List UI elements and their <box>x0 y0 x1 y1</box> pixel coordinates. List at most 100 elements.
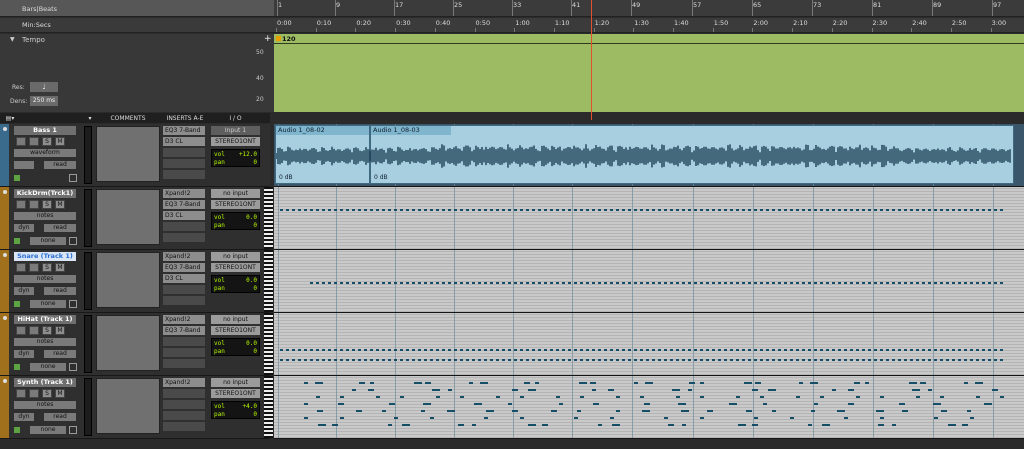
midi-note[interactable] <box>562 209 565 211</box>
midi-note[interactable] <box>748 209 751 211</box>
midi-note[interactable] <box>902 410 908 412</box>
midi-note[interactable] <box>592 359 595 361</box>
midi-note[interactable] <box>388 209 391 211</box>
midi-note[interactable] <box>580 359 583 361</box>
midi-note[interactable] <box>838 349 841 351</box>
midi-note[interactable] <box>933 403 941 405</box>
insert-slot[interactable]: EQ3 7-Band <box>163 200 205 209</box>
midi-note[interactable] <box>478 282 481 284</box>
midi-note[interactable] <box>928 389 932 391</box>
midi-note[interactable] <box>642 410 650 412</box>
midi-note[interactable] <box>622 349 625 351</box>
midi-note[interactable] <box>982 359 985 361</box>
midi-note[interactable] <box>352 389 356 391</box>
midi-note[interactable] <box>964 349 967 351</box>
midi-note[interactable] <box>808 424 812 426</box>
midi-note[interactable] <box>658 359 661 361</box>
midi-note[interactable] <box>844 349 847 351</box>
midi-note[interactable] <box>658 209 661 211</box>
midi-note[interactable] <box>472 282 475 284</box>
midi-note[interactable] <box>478 209 481 211</box>
midi-note[interactable] <box>742 359 745 361</box>
midi-note[interactable] <box>934 359 937 361</box>
midi-note[interactable] <box>976 396 980 398</box>
midi-note[interactable] <box>590 382 596 384</box>
midi-note[interactable] <box>862 359 865 361</box>
midi-note[interactable] <box>484 417 488 419</box>
midi-note[interactable] <box>880 417 884 419</box>
midi-note[interactable] <box>394 282 397 284</box>
midi-note[interactable] <box>610 282 613 284</box>
record-arm-button[interactable] <box>16 200 26 209</box>
midi-note[interactable] <box>466 349 469 351</box>
midi-note[interactable] <box>418 349 421 351</box>
midi-note[interactable] <box>904 282 907 284</box>
midi-note[interactable] <box>292 359 295 361</box>
midi-note[interactable] <box>286 349 289 351</box>
midi-note[interactable] <box>484 282 487 284</box>
midi-note[interactable] <box>448 349 451 351</box>
midi-note[interactable] <box>430 417 434 419</box>
midi-note[interactable] <box>899 403 905 405</box>
midi-note[interactable] <box>535 382 539 384</box>
midi-note[interactable] <box>382 349 385 351</box>
midi-note[interactable] <box>729 403 737 405</box>
comments-box[interactable] <box>96 189 160 245</box>
volume-pan-display[interactable]: vol 0.0 pan 0 <box>211 275 260 293</box>
midi-note[interactable] <box>644 403 650 405</box>
midi-note[interactable] <box>532 209 535 211</box>
track-view-select[interactable]: notes <box>14 275 76 283</box>
track-name[interactable]: Synth (Track 1) <box>14 378 76 387</box>
midi-note[interactable] <box>664 417 668 419</box>
midi-note[interactable] <box>382 282 385 284</box>
record-arm-button[interactable] <box>16 326 26 335</box>
midi-note[interactable] <box>604 209 607 211</box>
midi-note[interactable] <box>382 359 385 361</box>
midi-note[interactable] <box>718 209 721 211</box>
midi-note[interactable] <box>382 410 386 412</box>
midi-note[interactable] <box>748 359 751 361</box>
midi-note[interactable] <box>598 359 601 361</box>
midi-note[interactable] <box>886 349 889 351</box>
midi-note[interactable] <box>820 359 823 361</box>
midi-note[interactable] <box>694 209 697 211</box>
midi-note[interactable] <box>832 359 835 361</box>
group-select[interactable]: none <box>30 426 66 434</box>
midi-note[interactable] <box>376 349 379 351</box>
empty-insert-slot[interactable] <box>163 222 205 231</box>
midi-note[interactable] <box>502 282 505 284</box>
midi-note[interactable] <box>707 410 713 412</box>
track-view-select[interactable]: notes <box>14 212 76 220</box>
midi-note[interactable] <box>928 349 931 351</box>
midi-note[interactable] <box>317 410 323 412</box>
midi-note[interactable] <box>580 349 583 351</box>
midi-note[interactable] <box>370 349 373 351</box>
midi-note[interactable] <box>768 389 776 391</box>
midi-note[interactable] <box>628 282 631 284</box>
comments-box[interactable] <box>96 252 160 308</box>
empty-insert-slot[interactable] <box>163 337 205 346</box>
midi-note[interactable] <box>568 359 571 361</box>
midi-note[interactable] <box>724 359 727 361</box>
midi-note[interactable] <box>634 359 637 361</box>
group-select[interactable]: none <box>30 237 66 245</box>
playhead-line[interactable] <box>591 0 592 120</box>
midi-note[interactable] <box>952 359 955 361</box>
midi-note[interactable] <box>370 209 373 211</box>
midi-note[interactable] <box>496 396 500 398</box>
midi-note[interactable] <box>811 410 815 412</box>
midi-note[interactable] <box>556 359 559 361</box>
insert-slot[interactable]: Xpand!2 <box>163 315 205 324</box>
midi-note[interactable] <box>868 359 871 361</box>
midi-note[interactable] <box>992 389 998 391</box>
midi-note[interactable] <box>772 209 775 211</box>
midi-note[interactable] <box>746 410 752 412</box>
midi-note[interactable] <box>688 282 691 284</box>
midi-note[interactable] <box>316 282 319 284</box>
midi-note[interactable] <box>682 349 685 351</box>
insert-slot[interactable]: D3 CL <box>163 274 205 283</box>
solo-button[interactable]: M <box>55 200 65 209</box>
midi-note[interactable] <box>754 417 758 419</box>
midi-note[interactable] <box>645 382 653 384</box>
midi-note[interactable] <box>634 282 637 284</box>
